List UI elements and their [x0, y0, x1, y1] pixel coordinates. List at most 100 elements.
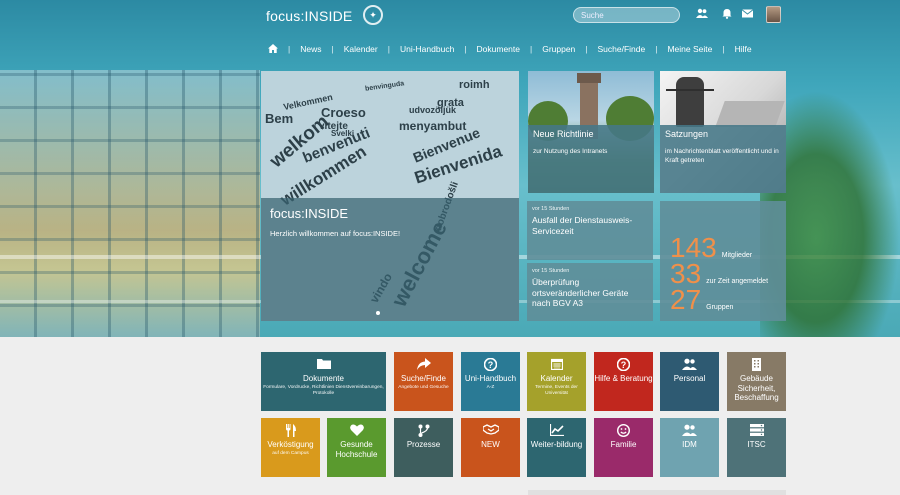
news-item[interactable]: vor 15 Stunden Ausfall der Dienstausweis… [527, 201, 653, 260]
nav-item-kalender[interactable]: Kalender [344, 44, 378, 54]
bell-icon[interactable] [722, 8, 732, 23]
quick-tile-label: Gebäude Sicherheit, Beschaffung [734, 374, 779, 402]
cloud-word: udvozöljük [409, 105, 456, 115]
quick-tile-prozesse[interactable]: Prozesse [394, 418, 453, 477]
nav-item-dokumente[interactable]: Dokumente [477, 44, 520, 54]
quick-tile-itsc[interactable]: ITSC [727, 418, 786, 477]
news-item[interactable]: vor 15 Stunden Überprüfung ortsveränderl… [527, 263, 653, 321]
slide-subtitle: Herzlich willkommen auf focus:INSIDE! [270, 229, 401, 238]
cloud-word: benvinguda [364, 80, 405, 93]
quick-tile-geb-ude-sicherheit-beschaffung[interactable]: Gebäude Sicherheit, Beschaffung [727, 352, 786, 411]
quick-tile-sublabel: Angebote und Gesuche [398, 384, 449, 390]
university-seal-icon: ✦ [363, 5, 383, 25]
nav-item-uni-handbuch[interactable]: Uni-Handbuch [400, 44, 454, 54]
nav-item-suche-finde[interactable]: Suche/Finde [598, 44, 646, 54]
quick-tile-label: Familie [610, 440, 637, 449]
quick-tile-uni-handbuch[interactable]: ? Uni-Handbuch A-Z [461, 352, 520, 411]
tile-title: Neue Richtlinie [533, 129, 594, 139]
slider-dot[interactable] [376, 311, 380, 315]
svg-text:?: ? [488, 360, 494, 370]
cutlery-icon [261, 424, 320, 440]
quick-tile-label: Hilfe & Beratung [594, 374, 653, 383]
quick-tile-gesunde-hochschule[interactable]: Gesunde Hochschule [327, 418, 386, 477]
news-time: vor 15 Stunden [532, 268, 570, 274]
tile-desc: im Nachrichtenblatt veröffentlicht und i… [665, 148, 779, 164]
cloud-word: Croeso [321, 105, 366, 120]
handshake-icon [461, 424, 520, 440]
nav-item-home[interactable] [268, 43, 278, 55]
people-icon[interactable] [696, 8, 708, 23]
cloud-word: menyambut [399, 119, 467, 133]
top-bar: focus:INSIDE ✦ [0, 0, 900, 32]
quick-tile-label: IDM [682, 440, 697, 449]
question-icon: ? [461, 357, 520, 374]
quick-tile-label: Dokumente [303, 374, 344, 383]
quick-tile-weiter-bildung[interactable]: Weiter-bildung [527, 418, 586, 477]
tile-neue-richtlinie[interactable]: Neue Richtlinie zur Nutzung des Intranet… [528, 71, 654, 193]
news-headline: Überprüfung ortsveränderlicher Geräte na… [532, 277, 629, 308]
quick-tile-label: NEW [481, 440, 500, 449]
stat-label: Mitglieder [721, 252, 753, 259]
quick-tile-new[interactable]: NEW [461, 418, 520, 477]
stat-groups: 27 Gruppen [670, 284, 734, 315]
quick-tile-personal[interactable]: Personal [660, 352, 719, 411]
quick-tile-label: Suche/Finde [401, 374, 446, 383]
cloud-word: Bem [265, 111, 294, 126]
quick-tile-sublabel: Termine, Events der Universität [535, 384, 578, 396]
quick-tile-label: ITSC [747, 440, 766, 449]
people-icon [660, 358, 719, 374]
cloud-word: Svelki [331, 129, 355, 138]
cloud-word: roimh [459, 79, 490, 91]
heart-icon [327, 424, 386, 440]
tile-desc: zur Nutzung des Intranets [533, 148, 608, 155]
question-icon: ? [594, 357, 653, 374]
tile-caption: Neue Richtlinie zur Nutzung des Intranet… [528, 125, 654, 193]
quick-tile-label: Kalender [540, 374, 573, 383]
calendar-icon [527, 358, 586, 374]
quick-tile-idm[interactable]: IDM [660, 418, 719, 477]
mail-icon[interactable] [741, 8, 754, 22]
quick-tile-sublabel: Formulare, Vordrucke, Richtlinien Dienst… [263, 384, 384, 396]
stat-label: Gruppen [706, 304, 734, 311]
background-building [0, 70, 260, 337]
stat-value: 27 [670, 284, 702, 315]
nav-item-meine-seite[interactable]: Meine Seite [667, 44, 712, 54]
main-nav: | News | Kalender | Uni-Handbuch | Dokumente… [268, 42, 752, 56]
avatar[interactable] [766, 6, 781, 23]
quick-tile-dokumente[interactable]: Dokumente Formulare, Vordrucke, Richtlini… [261, 352, 386, 411]
people-icon [660, 424, 719, 440]
quick-tile-hilfe-beratung[interactable]: ? Hilfe & Beratung [594, 352, 653, 411]
quick-tile-familie[interactable]: Familie [594, 418, 653, 477]
nav-item-gruppen[interactable]: Gruppen [542, 44, 575, 54]
quick-tile-kalender[interactable]: Kalender Termine, Events der Universität [527, 352, 586, 411]
quick-tile-label: Uni-Handbuch [464, 374, 517, 383]
quick-tile-label: Gesunde Hochschule [335, 440, 378, 459]
slide-title: focus:INSIDE [270, 206, 349, 221]
quick-tile-label: Verköstigung [267, 440, 314, 449]
home-icon [268, 43, 278, 53]
news-headline: Ausfall der Dienstausweis-Servicezeit [532, 215, 633, 236]
stats-panel: 143 Mitglieder 33 zur Zeit angemeldet 27… [660, 201, 786, 321]
content-strip [528, 490, 786, 495]
stat-label: zur Zeit angemeldet [706, 278, 769, 285]
welcome-slider[interactable]: welkom willkommen benvenuti Bienvenue Bi… [261, 71, 519, 321]
tile-caption: Satzungen im Nachrichtenblatt veröffentl… [660, 125, 786, 193]
quick-tile-verk-stigung[interactable]: Verköstigung auf dem Campus [261, 418, 320, 477]
quick-tile-suche-finde[interactable]: Suche/Finde Angebote und Gesuche [394, 352, 453, 411]
site-logo[interactable]: focus:INSIDE [266, 8, 352, 24]
search-input[interactable] [573, 7, 680, 23]
chart-icon [527, 424, 586, 440]
building-icon [727, 358, 786, 374]
quick-tile-sublabel: A-Z [486, 384, 495, 390]
tile-satzungen[interactable]: Satzungen im Nachrichtenblatt veröffentl… [660, 71, 786, 193]
smile-icon [594, 423, 653, 440]
nav-item-news[interactable]: News [300, 44, 321, 54]
flow-icon [394, 424, 453, 440]
quick-tile-label: Personal [673, 374, 706, 383]
folder-icon [261, 358, 386, 374]
slide-caption: focus:INSIDE Herzlich willkommen auf foc… [261, 198, 519, 321]
nav-item-hilfe[interactable]: Hilfe [735, 44, 752, 54]
server-icon [727, 424, 786, 440]
tile-title: Satzungen [665, 129, 709, 139]
quick-tile-sublabel: auf dem Campus [272, 450, 309, 456]
